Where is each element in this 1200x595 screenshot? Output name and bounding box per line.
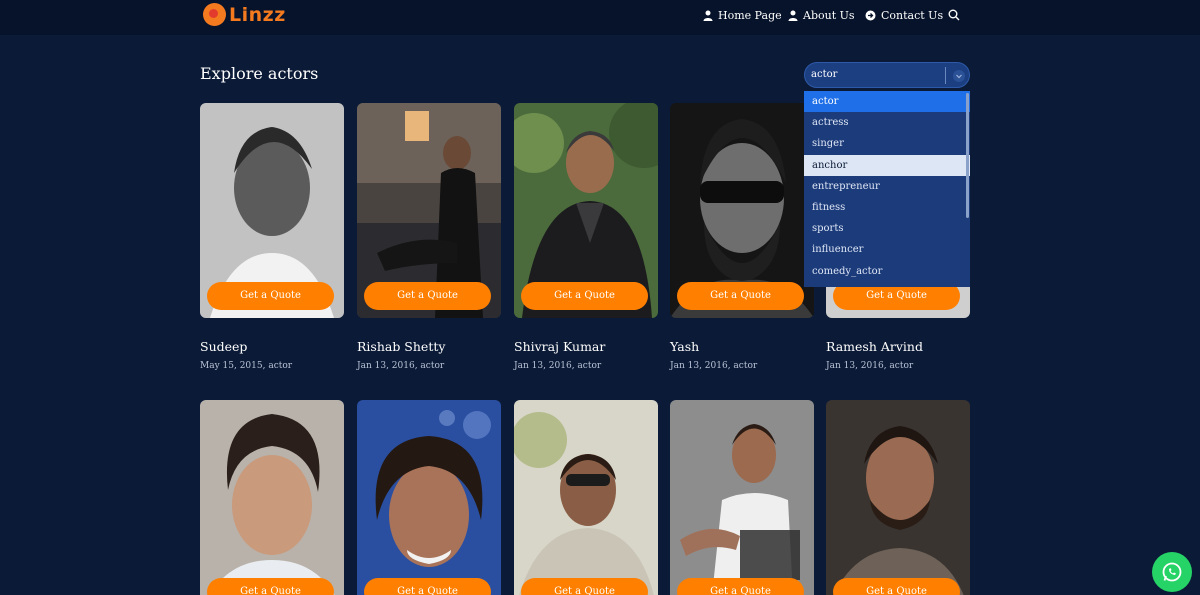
actor-meta: Jan 13, 2016, actor	[357, 361, 445, 371]
get-quote-button[interactable]: Get a Quote	[677, 578, 804, 595]
actor-card[interactable]: Get a Quote	[826, 400, 970, 595]
search-icon	[948, 9, 960, 21]
get-quote-button[interactable]: Get a Quote	[364, 578, 491, 595]
actor-meta: Jan 13, 2016, actor	[514, 361, 602, 371]
whatsapp-icon	[1162, 562, 1182, 582]
actor-card[interactable]: Get a Quote	[670, 400, 814, 595]
get-quote-button[interactable]: Get a Quote	[521, 578, 648, 595]
dropdown-option-fitness[interactable]: fitness	[804, 197, 970, 218]
nav-about-link[interactable]: About Us	[788, 9, 855, 22]
actor-card[interactable]: Get a Quote	[514, 400, 658, 595]
select-divider	[945, 67, 946, 84]
get-quote-button[interactable]: Get a Quote	[833, 578, 960, 595]
actor-meta: May 15, 2015, actor	[200, 361, 293, 371]
dropdown-option-actor[interactable]: actor	[804, 91, 970, 113]
actor-name[interactable]: Sudeep	[200, 339, 247, 354]
nav-home-label: Home Page	[718, 9, 782, 22]
user-icon	[703, 10, 713, 21]
dropdown-option-influencer[interactable]: influencer	[804, 239, 970, 260]
actor-photo	[200, 400, 344, 595]
dropdown-option-anchor[interactable]: anchor	[804, 154, 970, 176]
actor-meta: Jan 13, 2016, actor	[826, 361, 914, 371]
actor-card[interactable]: Get a Quote	[200, 400, 344, 595]
actor-photo	[826, 400, 970, 595]
brand-logo[interactable]: Linzz	[203, 3, 286, 26]
nav-home-link[interactable]: Home Page	[703, 9, 782, 22]
nav-contact-link[interactable]: Contact Us	[865, 9, 943, 22]
actor-name[interactable]: Yash	[670, 339, 699, 354]
actor-photo	[514, 400, 658, 595]
get-quote-button[interactable]: Get a Quote	[207, 282, 334, 310]
actor-card[interactable]: Get a Quote	[514, 103, 658, 318]
dropdown-option-comedy-actor[interactable]: comedy_actor	[804, 261, 970, 282]
category-select[interactable]: actor	[804, 62, 970, 88]
category-select-value: actor	[811, 69, 838, 80]
category-dropdown-list[interactable]: actor actress singer anchor entrepreneur…	[804, 91, 970, 287]
actor-name[interactable]: Shivraj Kumar	[514, 339, 605, 354]
get-quote-button[interactable]: Get a Quote	[677, 282, 804, 310]
chevron-down-icon	[953, 70, 965, 82]
whatsapp-button[interactable]	[1152, 552, 1192, 592]
actor-photo	[670, 400, 814, 595]
dropdown-option-singer[interactable]: singer	[804, 133, 970, 154]
actor-meta: Jan 13, 2016, actor	[670, 361, 758, 371]
section-title: Explore actors	[200, 64, 319, 83]
actor-card[interactable]: Get a Quote	[357, 400, 501, 595]
nav-contact-label: Contact Us	[881, 9, 944, 22]
actor-card[interactable]: Get a Quote	[357, 103, 501, 318]
dropdown-option-actress[interactable]: actress	[804, 112, 970, 133]
actor-photo	[357, 400, 501, 595]
dropdown-option-sports[interactable]: sports	[804, 218, 970, 239]
get-quote-button[interactable]: Get a Quote	[207, 578, 334, 595]
user-icon	[788, 10, 798, 21]
top-navbar: Linzz Home Page About Us Contact Us	[0, 0, 1200, 35]
dropdown-option-entrepreneur[interactable]: entrepreneur	[804, 176, 970, 197]
get-quote-button[interactable]: Get a Quote	[521, 282, 648, 310]
search-button[interactable]	[948, 9, 965, 21]
actor-name[interactable]: Ramesh Arvind	[826, 339, 923, 354]
brand-name: Linzz	[229, 3, 286, 26]
logo-icon	[203, 3, 226, 26]
actor-card[interactable]: Get a Quote	[200, 103, 344, 318]
nav-about-label: About Us	[803, 9, 855, 22]
actor-card[interactable]: Get a Quote	[670, 103, 814, 318]
get-quote-button[interactable]: Get a Quote	[364, 282, 491, 310]
actor-name[interactable]: Rishab Shetty	[357, 339, 445, 354]
arrow-circle-icon	[865, 10, 876, 21]
dropdown-scrollbar[interactable]	[966, 93, 969, 218]
